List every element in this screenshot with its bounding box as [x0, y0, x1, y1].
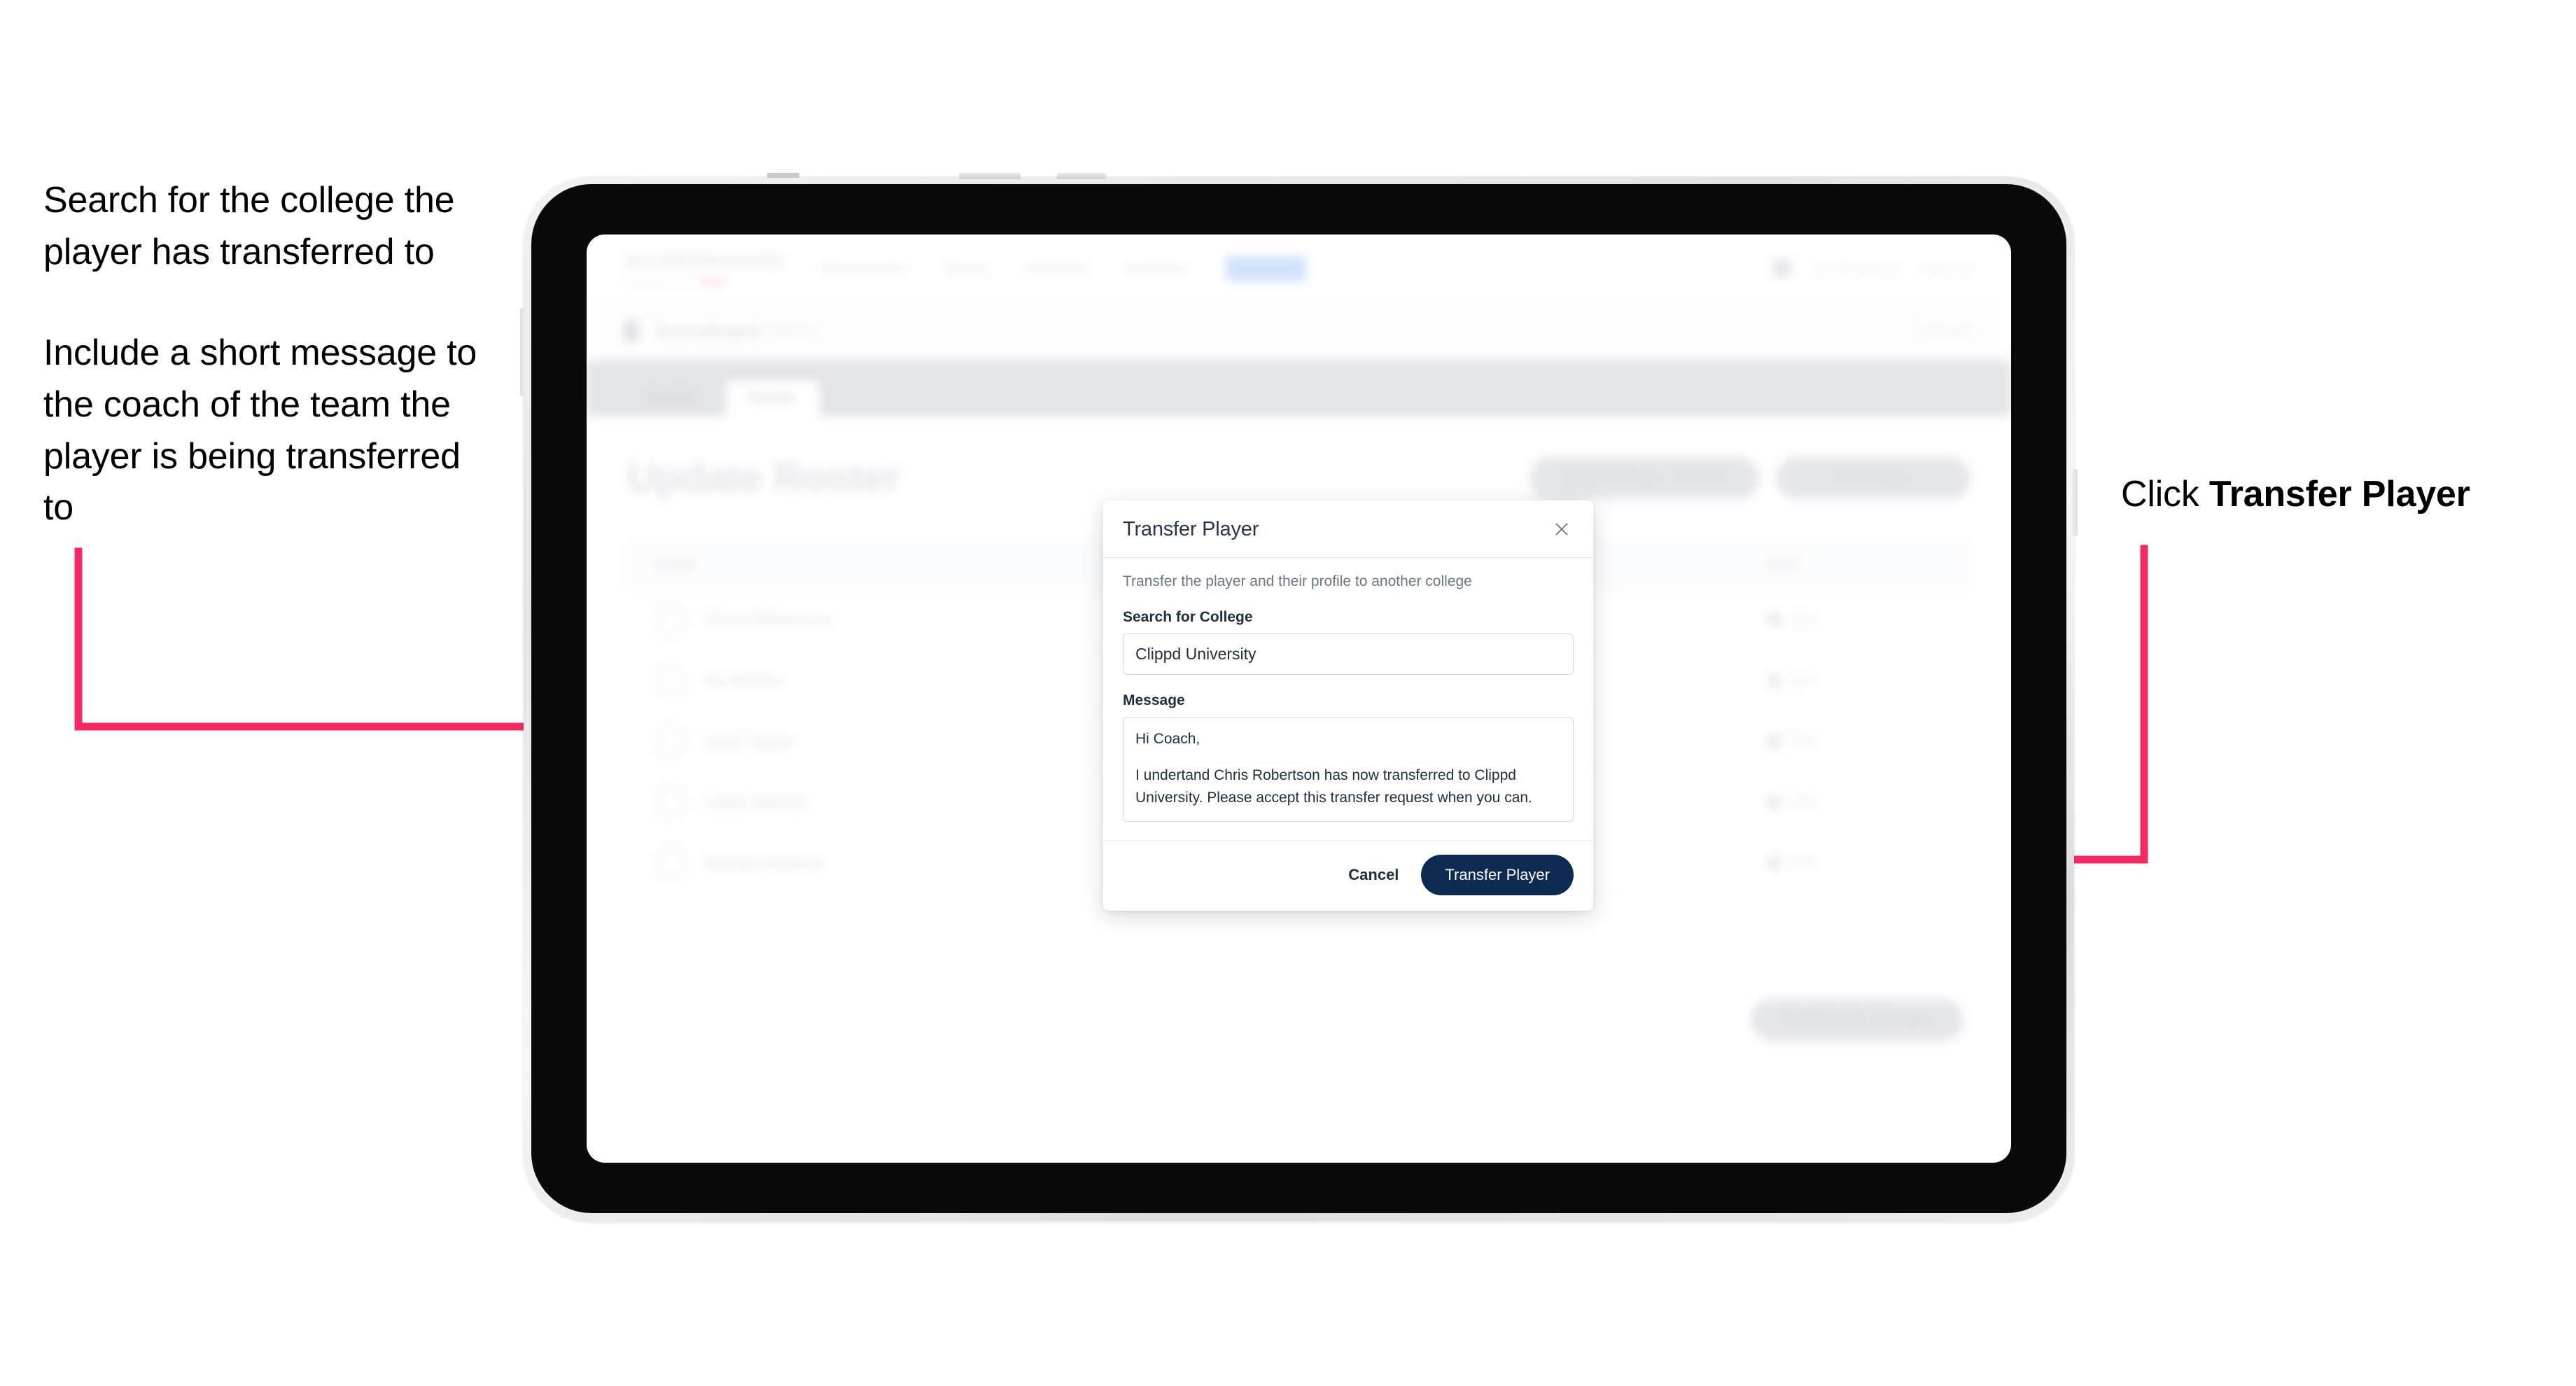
- message-field-label: Message: [1123, 692, 1185, 708]
- message-line-2: I undertand Chris Robertson has now tran…: [1135, 766, 1532, 806]
- close-icon[interactable]: [1550, 517, 1574, 541]
- tablet-device-mockup: SCOREBOARD POWERED BY Tournaments Teams …: [520, 173, 2078, 1221]
- device-mic-port: [767, 173, 799, 178]
- message-line-1: Hi Coach,: [1135, 731, 1200, 747]
- dialog-body: Transfer the player and their profile to…: [1103, 558, 1593, 840]
- search-college-input[interactable]: [1123, 634, 1574, 675]
- device-volume-button[interactable]: [1057, 173, 1106, 179]
- field-spacer: [1123, 675, 1574, 692]
- dialog-description: Transfer the player and their profile to…: [1123, 573, 1472, 589]
- device-power-button[interactable]: [959, 173, 1021, 179]
- dialog-title: Transfer Player: [1123, 517, 1259, 540]
- cancel-button[interactable]: Cancel: [1345, 862, 1401, 888]
- annotation-click-transfer: Click Transfer Player: [2121, 469, 2569, 521]
- annotation-include-message: Include a short message to the coach of …: [43, 332, 477, 528]
- tablet-screen: SCOREBOARD POWERED BY Tournaments Teams …: [587, 234, 2011, 1163]
- tablet-bezel: SCOREBOARD POWERED BY Tournaments Teams …: [531, 184, 2066, 1213]
- transfer-player-dialog: Transfer Player Transfer the player and …: [1103, 500, 1593, 911]
- annotation-search-college: Search for the college the player has tr…: [43, 180, 455, 272]
- college-field-label: Search for College: [1123, 609, 1253, 625]
- transfer-player-submit-button[interactable]: Transfer Player: [1421, 855, 1574, 895]
- annotation-click-emphasis: Transfer Player: [2208, 474, 2470, 514]
- dialog-header: Transfer Player: [1103, 500, 1593, 558]
- device-side-button-right[interactable]: [2071, 469, 2078, 536]
- device-side-button-left[interactable]: [520, 308, 526, 396]
- annotation-click-prefix: Click: [2121, 474, 2209, 514]
- message-textarea[interactable]: Hi Coach, I undertand Chris Robertson ha…: [1123, 717, 1574, 822]
- dialog-footer: Cancel Transfer Player: [1103, 840, 1593, 911]
